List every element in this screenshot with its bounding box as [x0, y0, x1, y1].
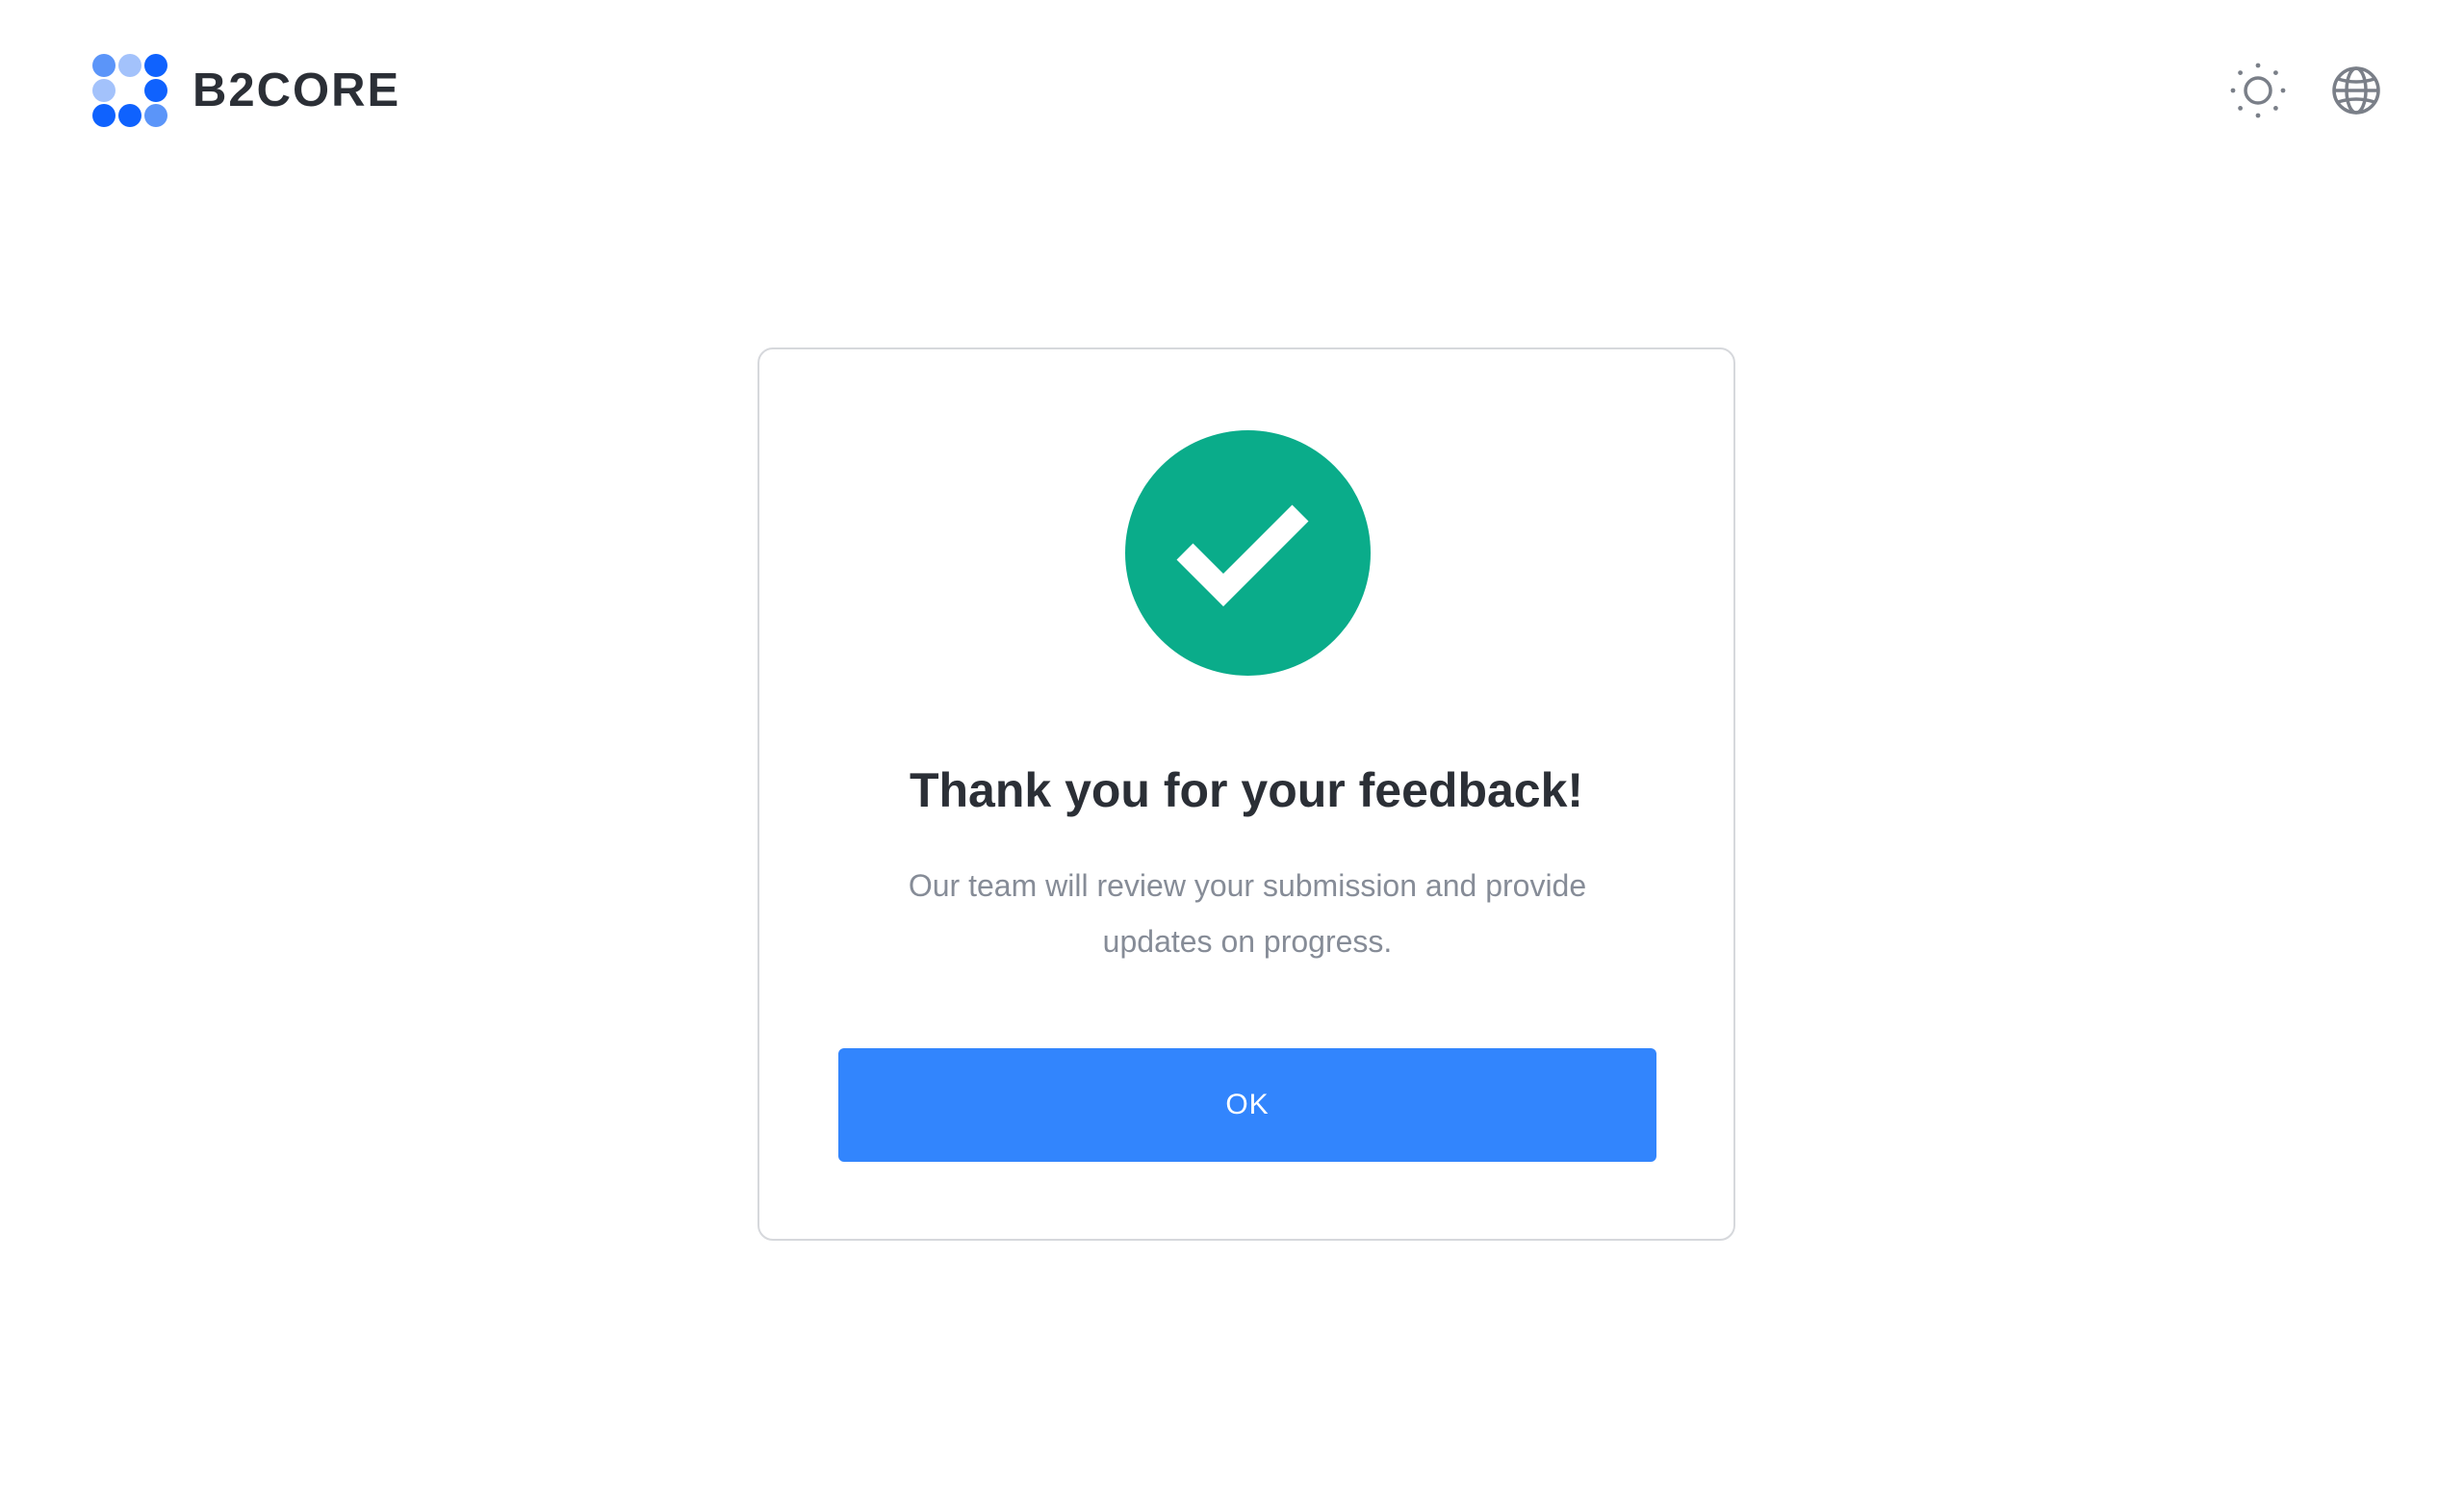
top-header: B2CORE: [0, 0, 2464, 183]
globe-icon: [2332, 66, 2380, 115]
language-switch-button[interactable]: [2325, 60, 2387, 121]
dialog-message: Our team will review your submission and…: [908, 868, 1587, 959]
check-circle-icon: [1125, 430, 1371, 676]
feedback-success-dialog: Thank you for your feedback! Our team wi…: [757, 347, 1735, 1241]
b2core-logo-icon[interactable]: [91, 53, 168, 128]
theme-toggle-button[interactable]: [2227, 60, 2289, 121]
sun-icon: [2230, 63, 2286, 118]
dialog-title: Thank you for your feedback!: [909, 763, 1584, 817]
brand-name: B2CORE: [192, 64, 401, 116]
checkmark-icon: [1176, 504, 1309, 606]
ok-button[interactable]: OK: [838, 1048, 1656, 1162]
